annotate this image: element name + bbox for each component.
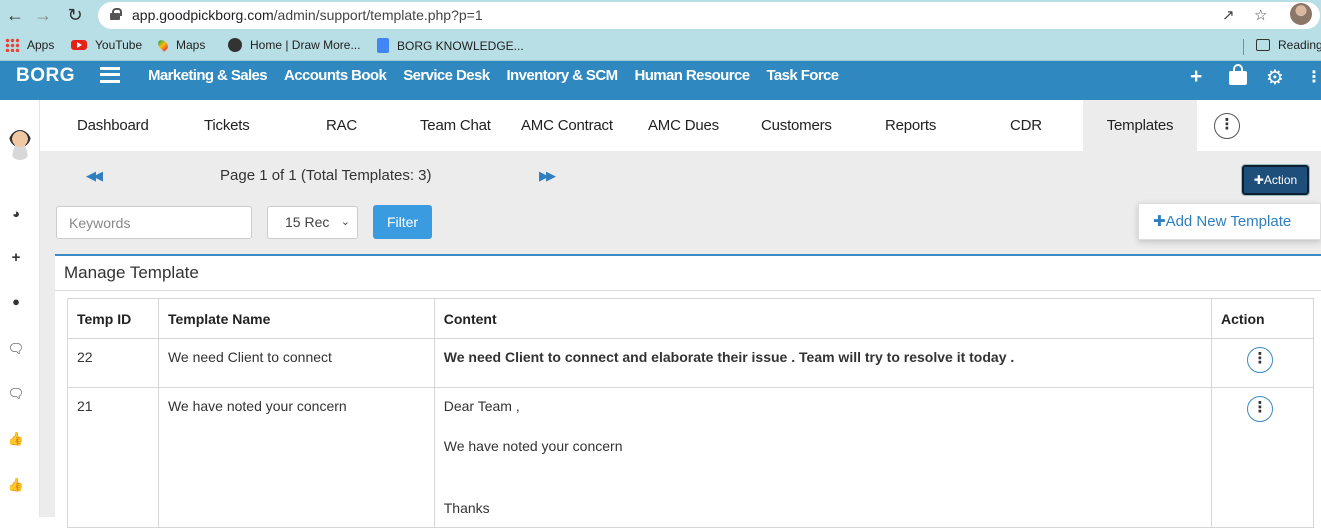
comments-icon[interactable]: 🗨 [7,386,25,402]
col-content: Content [433,298,1213,339]
menu-inventory-scm[interactable]: Inventory & SCM [506,67,618,84]
content-line: Thanks [443,500,490,516]
apps-grid-icon[interactable]: ⋮⋮ [1306,67,1321,87]
main-menu: Marketing & Sales Accounts Book Service … [148,67,839,84]
user-avatar[interactable] [8,130,32,160]
browser-toolbar: ← → ↻ app.goodpickborg.com/admin/support… [0,0,1321,31]
bookmarks-bar: Apps YouTube Maps Home | Draw More... BO… [0,31,1321,61]
brand-logo[interactable]: BORG [16,65,75,87]
row-options-icon[interactable]: ⋮ [1247,396,1274,422]
panel-title: Manage Template [64,263,199,282]
keywords-input[interactable] [56,206,252,239]
cell-content: Dear Team , We have noted your concern T… [433,387,1213,528]
bookmark-home-draw[interactable]: Home | Draw More... [228,38,360,52]
shopping-bag-icon[interactable] [1228,64,1248,92]
tab-team-chat[interactable]: Team Chat [420,100,491,151]
bookmark-apps[interactable]: Apps [5,38,54,52]
youtube-icon [71,40,87,50]
tab-templates[interactable]: Templates [1083,100,1197,151]
tab-rac[interactable]: RAC [326,100,357,151]
templates-table: Temp ID Template Name Content Action 22 … [67,298,1314,528]
cell-temp-id: 22 [67,338,159,388]
gear-icon[interactable]: ⚙ [1266,65,1284,90]
main-content: ◀◀ Page 1 of 1 (Total Templates: 3) ▶▶ ✚… [40,151,1321,528]
tab-customers[interactable]: Customers [761,100,832,151]
back-icon[interactable]: ← [4,4,26,26]
bookmark-divider [1243,39,1244,55]
menu-marketing-sales[interactable]: Marketing & Sales [148,67,268,84]
module-tabs: Dashboard Tickets RAC Team Chat AMC Cont… [40,100,1321,151]
url-text[interactable]: app.goodpickborg.com/admin/support/templ… [132,7,483,23]
bookmark-maps[interactable]: Maps [156,38,205,52]
tab-amc-dues[interactable]: AMC Dues [648,100,719,151]
menu-accounts-book[interactable]: Accounts Book [284,67,387,84]
first-page-icon[interactable]: ◀◀ [86,168,103,184]
cell-template-name: We have noted your concern [157,387,435,528]
tab-tickets[interactable]: Tickets [204,100,250,151]
records-per-page-select[interactable]: 15 Rec ⌄ [267,206,358,239]
forward-icon[interactable]: → [32,4,54,26]
table-row: 21 We have noted your concern Dear Team … [67,387,1314,528]
tab-dashboard[interactable]: Dashboard [77,100,149,151]
table-header-row: Temp ID Template Name Content Action [67,298,1314,339]
left-sidebar: ◕ + ● 🗨 🗨 👍 👍 [0,100,40,517]
content-line: Dear Team , [443,398,520,414]
maps-icon [156,38,170,52]
chat-icon[interactable]: 🗨 [7,341,25,357]
last-page-icon[interactable]: ▶▶ [539,168,556,184]
menu-task-force[interactable]: Task Force [766,67,839,84]
lock-icon [110,8,122,20]
thumbs-up-icon[interactable]: 👍 [7,431,25,447]
plus-icon: ✚ [1153,213,1166,230]
share-icon[interactable]: ↗ [1222,6,1235,24]
table-row: 22 We need Client to connect We need Cli… [67,338,1314,388]
star-icon[interactable]: ☆ [1254,6,1267,24]
dashboard-icon[interactable]: ◕ [7,206,25,221]
bookmark-youtube[interactable]: YouTube [71,38,142,52]
globe-icon [228,38,242,52]
hamburger-icon[interactable] [100,67,120,83]
cell-temp-id: 21 [67,387,159,528]
reload-icon[interactable]: ↻ [64,4,86,26]
add-new-template-item[interactable]: ✚Add New Template [1153,212,1291,230]
cell-action: ⋮ [1211,338,1314,388]
row-options-icon[interactable]: ⋮ [1247,347,1274,373]
tab-amc-contract[interactable]: AMC Contract [521,100,613,151]
chevron-down-icon: ⌄ [340,216,350,228]
page-info: Page 1 of 1 (Total Templates: 3) [220,167,432,184]
content-line: We have noted your concern [443,438,623,454]
apps-grid-icon [5,38,19,52]
action-dropdown-menu: ✚Add New Template [1138,203,1321,240]
cell-action: ⋮ [1211,387,1314,528]
thumbs-up-icon[interactable]: 👍 [7,477,25,493]
profile-avatar[interactable] [1290,3,1312,25]
col-template-name: Template Name [157,298,435,339]
more-options-icon[interactable]: ⋮ [1214,113,1240,139]
app-header: BORG Marketing & Sales Accounts Book Ser… [0,61,1321,100]
menu-human-resource[interactable]: Human Resource [634,67,750,84]
col-action: Action [1211,298,1314,339]
tab-cdr[interactable]: CDR [1010,100,1042,151]
bookmark-borg-knowledge[interactable]: BORG KNOWLEDGE... [377,38,524,53]
action-button[interactable]: ✚Action [1241,164,1310,196]
user-icon[interactable]: ● [7,294,25,309]
cell-content: We need Client to connect and elaborate … [433,338,1213,388]
menu-service-desk[interactable]: Service Desk [403,67,490,84]
address-bar[interactable]: app.goodpickborg.com/admin/support/templ… [98,2,1320,29]
reading-list-icon [1256,39,1270,51]
col-temp-id: Temp ID [67,298,159,339]
plus-icon[interactable]: + [1190,65,1202,89]
docs-icon [377,38,389,53]
tab-reports[interactable]: Reports [885,100,936,151]
panel-divider [55,290,1321,291]
plus-icon: ✚ [1253,173,1264,187]
add-icon[interactable]: + [7,249,25,266]
cell-template-name: We need Client to connect [157,338,435,388]
reading-list[interactable]: Reading [1256,38,1321,52]
manage-template-panel: Manage Template Temp ID Template Name Co… [55,254,1321,528]
filter-button[interactable]: Filter [373,205,432,239]
